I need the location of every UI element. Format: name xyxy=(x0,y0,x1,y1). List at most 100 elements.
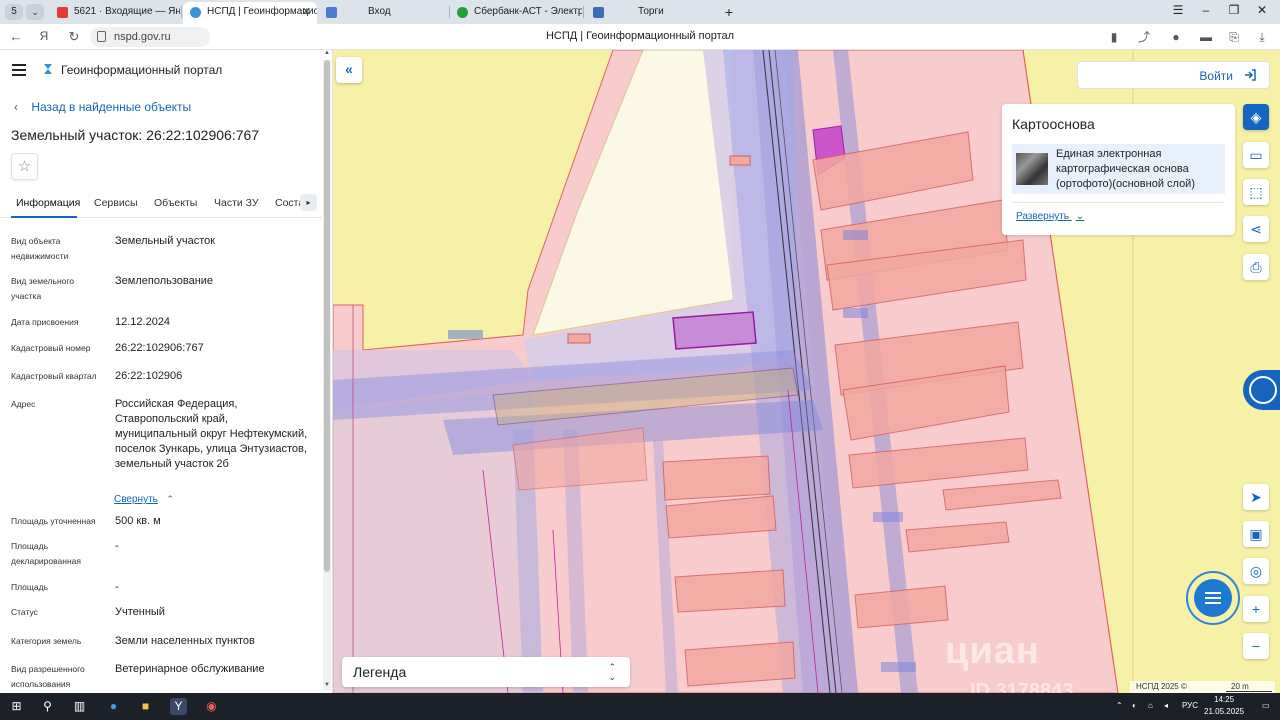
volume-icon[interactable]: ◂ xyxy=(1164,701,1168,710)
watermark-id: ID 3178843 xyxy=(970,680,1074,693)
feedback-tab[interactable] xyxy=(1243,370,1280,410)
address-bar: ← Я ↻ nspd.gov.ru НСПД | Геоинформационн… xyxy=(0,24,1280,50)
menu-icon[interactable] xyxy=(12,64,26,76)
bookmark-icon[interactable]: ▮ xyxy=(1106,29,1122,45)
network-icon[interactable]: ⌂ xyxy=(1148,701,1153,710)
tab-services[interactable]: Сервисы xyxy=(94,197,138,209)
tab-login[interactable]: Вход xyxy=(319,2,449,24)
tray-app-icon[interactable]: ◐ xyxy=(1132,701,1137,710)
minimize-icon[interactable]: – xyxy=(1196,3,1216,17)
property-label: Категория земель xyxy=(11,636,82,646)
property-value: Учтенный xyxy=(115,606,165,618)
tab-info[interactable]: Информация xyxy=(16,197,80,209)
ruler-icon[interactable]: ▭ xyxy=(1243,142,1269,168)
notifications-icon[interactable]: ▭ xyxy=(1262,701,1270,710)
reload-icon[interactable]: ↻ xyxy=(66,29,82,45)
expand-basemap-link[interactable]: Развернуть ⌄ xyxy=(1016,211,1084,222)
copyright-text: НСПД 2025 © xyxy=(1136,682,1187,691)
close-tab-icon[interactable]: ✕ xyxy=(302,2,311,22)
property-label: Площадь уточненная xyxy=(11,516,96,526)
legend-dropdown[interactable]: Легенда ⌃ ⌄ xyxy=(342,657,630,687)
layers-icon[interactable]: ◈ xyxy=(1243,104,1269,130)
property-label: Вид объекта недвижимости xyxy=(11,236,69,261)
clock-time[interactable]: 14:25 xyxy=(1214,695,1234,704)
share-icon[interactable]: ⋖ xyxy=(1243,216,1269,242)
zoom-in-icon[interactable]: + xyxy=(1243,596,1269,622)
windows-start-icon[interactable]: ⊞ xyxy=(8,698,25,715)
new-tab-button[interactable]: + xyxy=(720,3,738,21)
search-icon[interactable]: ⚲ xyxy=(39,698,56,715)
sber-icon xyxy=(457,7,468,18)
location-pin-icon[interactable]: ◎ xyxy=(1243,558,1269,584)
property-label: Вид земельного участка xyxy=(11,276,75,301)
collapse-panel-button[interactable]: « xyxy=(336,57,362,83)
file-explorer-icon[interactable]: ■ xyxy=(137,698,154,715)
updown-chevron-icon: ⌃ ⌄ xyxy=(608,662,616,682)
tab-parcel-parts[interactable]: Части ЗУ xyxy=(214,197,259,209)
tab-nspd[interactable]: НСПД | Геоинформационный ✕ xyxy=(183,2,317,24)
chat-button[interactable] xyxy=(1186,571,1240,625)
scrollbar-thumb[interactable] xyxy=(324,60,330,572)
property-value: 26:22:102906 xyxy=(115,370,183,382)
collapse-address-link[interactable]: Свернуть ⌃ xyxy=(114,489,174,507)
panel-scrollbar[interactable] xyxy=(323,60,331,690)
map-attribution: НСПД 2025 © 20 m xyxy=(1130,681,1275,693)
collections-icon[interactable]: ⎘ xyxy=(1226,29,1242,45)
chevron-left-icon: ‹ xyxy=(14,100,18,114)
language-indicator[interactable]: РУС xyxy=(1182,701,1198,710)
back-arrow-icon[interactable]: ← xyxy=(8,29,24,44)
property-label: Кадастровый номер xyxy=(11,343,91,353)
zoom-out-icon[interactable]: − xyxy=(1243,633,1269,659)
url-field[interactable]: nspd.gov.ru xyxy=(90,27,210,47)
property-label: Дата присвоения xyxy=(11,317,79,327)
utility-stub xyxy=(843,308,868,318)
selected-parcel xyxy=(672,311,757,350)
basemap-layer-item[interactable]: Единая электронная картографическая осно… xyxy=(1012,144,1225,194)
close-window-icon[interactable]: ✕ xyxy=(1252,3,1272,17)
task-view-icon[interactable]: ▥ xyxy=(71,698,88,715)
clock-date[interactable]: 21.05.2025 xyxy=(1204,707,1244,716)
portal-logo-icon xyxy=(44,64,52,74)
minimap-icon[interactable]: ▣ xyxy=(1243,521,1269,547)
edge-icon[interactable]: ● xyxy=(105,698,122,715)
favorite-star-icon[interactable]: ☆ xyxy=(11,153,38,180)
gosuslugi-icon xyxy=(326,7,337,18)
geolocation-icon[interactable]: ➤ xyxy=(1243,484,1269,510)
translate-icon[interactable]: ⤴ xyxy=(1136,29,1152,45)
tab-list-button[interactable]: ⌄ xyxy=(26,4,44,20)
yandex-icon[interactable]: Я xyxy=(36,29,52,43)
scale-bar xyxy=(1226,690,1272,692)
tab-torgi[interactable]: Торги xyxy=(586,2,716,24)
yandex-browser-icon[interactable]: Y xyxy=(170,698,187,715)
browser-tab-strip: 5 ⌄ 5621 · Входящие — Яндекс НСПД | Геои… xyxy=(0,0,1280,24)
scroll-up-icon[interactable]: ▲ xyxy=(324,50,330,56)
select-area-icon[interactable]: ⬚ xyxy=(1243,179,1269,205)
info-tabs: Информация Сервисы Объекты Части ЗУ Сост… xyxy=(0,188,322,218)
property-label: Вид разрешенного использования xyxy=(11,664,85,689)
app-icon[interactable]: ◉ xyxy=(203,698,220,715)
tab-yandex-mail[interactable]: 5621 · Входящие — Яндекс xyxy=(50,2,180,24)
tab-sberbank-ast[interactable]: Сбербанк-АСТ - Электронн xyxy=(450,2,582,24)
property-value: 12.12.2024 xyxy=(115,316,171,328)
back-to-results-link[interactable]: ‹ Назад в найденные объекты xyxy=(14,100,191,114)
divider xyxy=(1012,202,1225,203)
basemap-panel: Картооснова Единая электронная картограф… xyxy=(1002,104,1235,235)
login-icon xyxy=(1245,69,1256,81)
scroll-down-icon[interactable]: ▼ xyxy=(324,682,330,688)
print-icon[interactable]: ⎙ xyxy=(1243,254,1269,280)
tray-chevron-icon[interactable]: ⌃ xyxy=(1116,701,1123,710)
tabs-scroll-right-icon[interactable]: ▸ xyxy=(300,194,317,211)
extension-icon[interactable]: ● xyxy=(1168,29,1184,45)
active-tab-indicator xyxy=(11,216,77,218)
object-info-panel: Геоинформационный портал ‹ Назад в найде… xyxy=(0,50,333,693)
orthophoto-thumbnail xyxy=(1016,153,1048,185)
browser-menu-icon[interactable]: ☰ xyxy=(1168,3,1188,17)
login-button[interactable]: Войти xyxy=(1077,61,1270,89)
tab-counter[interactable]: 5 xyxy=(5,4,23,20)
protect-icon[interactable]: ▬ xyxy=(1198,29,1214,45)
property-label: Площадь xyxy=(11,582,49,592)
download-icon[interactable]: ⤓ xyxy=(1254,29,1270,45)
tab-separator xyxy=(583,6,584,18)
restore-icon[interactable]: ❐ xyxy=(1224,3,1244,17)
tab-objects[interactable]: Объекты xyxy=(154,197,197,209)
